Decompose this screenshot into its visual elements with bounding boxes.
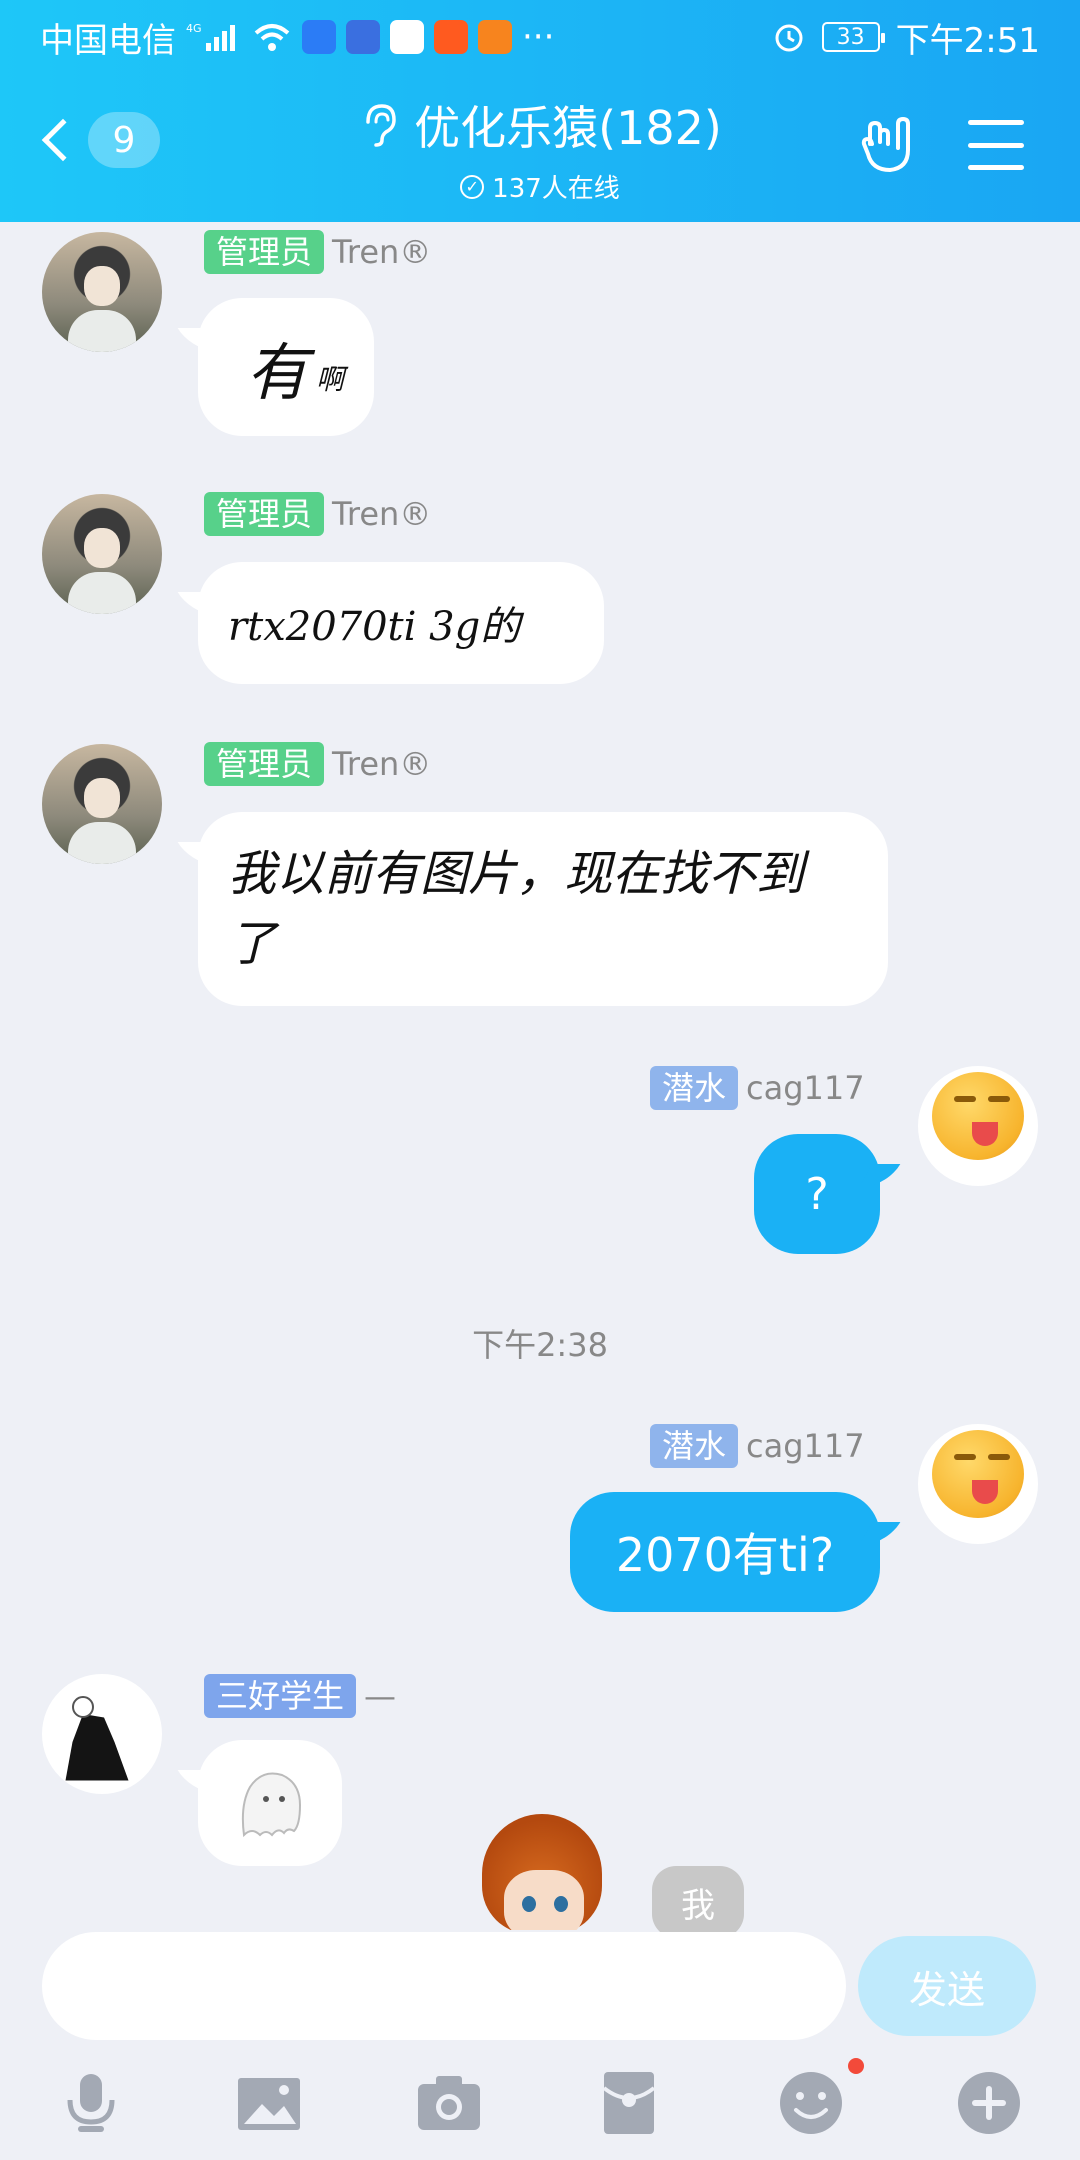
- game-app-icon: [478, 20, 512, 54]
- page-title: 优化乐猿(182): [414, 101, 722, 155]
- carrier-label: 中国电信: [40, 20, 176, 61]
- message-text: 2070有ti?: [615, 1528, 835, 1582]
- sender-name: Tren®: [332, 745, 432, 783]
- message-text: rtx2070ti 3g的: [228, 604, 521, 650]
- message-bubble[interactable]: ?: [754, 1134, 880, 1254]
- role-badge: 潜水: [650, 1424, 739, 1468]
- role-badge: 潜水: [650, 1066, 739, 1110]
- baidu-app-icon: [302, 20, 336, 54]
- sender-line: 管理员 Tren®: [204, 492, 431, 536]
- role-badge: 管理员: [204, 230, 325, 274]
- role-badge: 管理员: [204, 742, 325, 786]
- image-icon[interactable]: [234, 2068, 304, 2138]
- message-bubble[interactable]: rtx2070ti 3g的: [198, 562, 604, 684]
- role-badge: 三好学生: [204, 1674, 357, 1718]
- avatar-student[interactable]: [42, 1674, 162, 1794]
- sender-name: cag117: [746, 1427, 865, 1465]
- notification-dot: [848, 2058, 864, 2074]
- online-check-icon: ✓: [460, 174, 485, 199]
- sticker-label: 我: [652, 1866, 744, 1938]
- avatar-tren[interactable]: [42, 744, 162, 864]
- input-toolbar: [0, 2060, 1080, 2160]
- avatar-tren[interactable]: [42, 494, 162, 614]
- signal-icon: 4G: [186, 22, 235, 51]
- wenku-app-icon: [390, 20, 424, 54]
- avatar-tren[interactable]: [42, 232, 162, 352]
- sender-line: 管理员 Tren®: [204, 742, 431, 786]
- sender-name: Tren®: [332, 233, 432, 271]
- message-bubble[interactable]: 2070有ti?: [570, 1492, 880, 1612]
- battery-level: 33: [836, 24, 865, 50]
- sender-name: —: [364, 1677, 397, 1715]
- hand-gesture-icon[interactable]: [858, 114, 920, 176]
- sender-line: 潜水 cag117: [650, 1066, 865, 1110]
- sender-name: cag117: [746, 1069, 865, 1107]
- message-bubble[interactable]: 有 啊: [198, 298, 374, 436]
- role-badge: 管理员: [204, 492, 325, 536]
- sender-line: 三好学生 —: [204, 1674, 396, 1718]
- message-text: ?: [805, 1168, 829, 1220]
- alarm-icon: [775, 24, 803, 52]
- online-count: 137人在线: [492, 174, 620, 204]
- ear-icon: [366, 104, 396, 147]
- avatar-cag117[interactable]: [918, 1066, 1038, 1186]
- message-bubble[interactable]: 我以前有图片，现在找不到了: [198, 812, 888, 1006]
- character-sticker[interactable]: [474, 1814, 624, 1930]
- microphone-icon[interactable]: [56, 2068, 126, 2138]
- battery-icon: 33: [821, 22, 885, 52]
- more-notifications: ···: [522, 17, 555, 57]
- camera-icon[interactable]: [414, 2068, 484, 2138]
- status-time: 下午2:51: [895, 20, 1040, 61]
- time-separator: 下午2:38: [472, 1326, 608, 1364]
- tieba-app-icon: [346, 20, 380, 54]
- menu-icon[interactable]: [968, 120, 1024, 170]
- message-text-big: 有: [246, 336, 309, 409]
- wifi-icon: [254, 24, 290, 51]
- emoji-icon[interactable]: [776, 2068, 846, 2138]
- message-text-small: 啊: [316, 363, 345, 396]
- status-bar: 中国电信 4G ··· 33 下午2:51: [0, 0, 1080, 74]
- plus-icon[interactable]: [954, 2068, 1024, 2138]
- message-text: 我以前有图片，现在找不到了: [228, 846, 805, 972]
- message-input[interactable]: [42, 1932, 846, 2040]
- video-app-icon: [434, 20, 468, 54]
- sender-line: 管理员 Tren®: [204, 230, 431, 274]
- message-bubble[interactable]: [198, 1740, 342, 1866]
- send-button[interactable]: 发送: [858, 1936, 1036, 2036]
- chat-header: 中国电信 4G ··· 33 下午2:51 9 优化乐猿(182) ✓ 137人…: [0, 0, 1080, 222]
- ghost-sticker-icon: [241, 1772, 302, 1838]
- sender-name: Tren®: [332, 495, 432, 533]
- avatar-cag117[interactable]: [918, 1424, 1038, 1544]
- svg-text:4G: 4G: [186, 22, 202, 35]
- red-packet-icon[interactable]: [594, 2068, 664, 2138]
- sender-line: 潜水 cag117: [650, 1424, 865, 1468]
